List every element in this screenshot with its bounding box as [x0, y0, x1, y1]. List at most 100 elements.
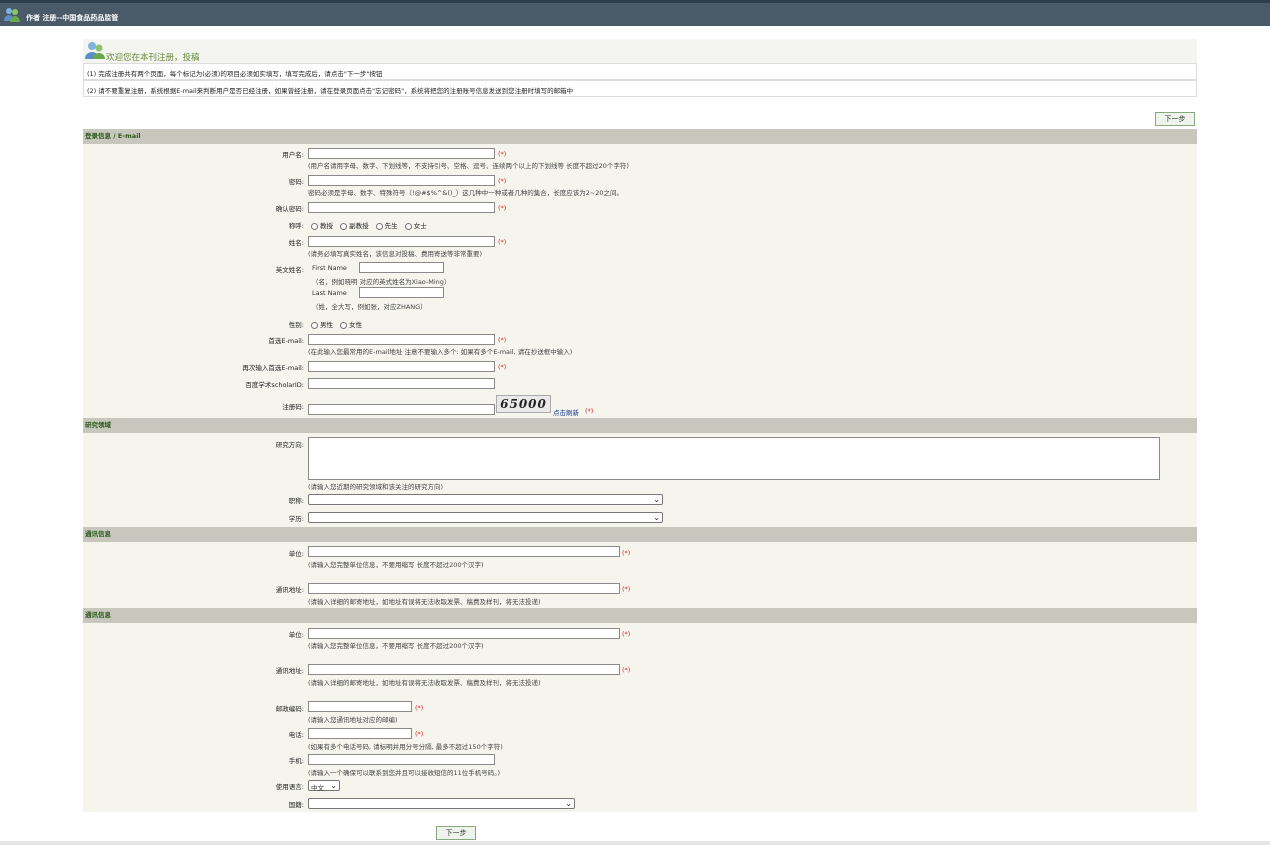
users-icon [4, 8, 20, 22]
next-button-top[interactable]: 下一步 [1155, 112, 1195, 126]
radio-icon[interactable] [311, 321, 318, 329]
radio-icon[interactable] [311, 222, 318, 230]
zip-hint: (请输入您通讯地址对应的邮编) [308, 716, 398, 724]
unit-input-2[interactable] [308, 628, 620, 639]
required-mark: (*) [585, 407, 594, 415]
phone-label: 电话: [288, 731, 304, 739]
chevron-down-icon: ⌄ [653, 513, 660, 522]
radio-icon[interactable] [404, 222, 412, 230]
title-radio-group: 教授 副教授 先生 女士 [311, 220, 432, 230]
required-mark: (*) [622, 630, 631, 638]
language-select[interactable]: 中文 ⌄ [308, 780, 340, 792]
unit-input[interactable] [308, 546, 620, 557]
captcha-input[interactable] [308, 404, 495, 415]
research-direction-hint: (请输入您近期的研究领域和该关注的研究方向) [308, 483, 444, 491]
radio-icon[interactable] [340, 321, 348, 329]
password-hint: 密码必须是字母、数字、特殊符号（!@#$%^&()_）这几种中一种或者几种的集合… [308, 189, 624, 197]
username-label: 用户名: [282, 151, 304, 159]
language-value: 中文 [311, 784, 324, 792]
gender-option-male[interactable]: 男性 [311, 321, 333, 329]
phone-hint: (如果有多个电话号码, 请标明并用分号分隔, 最多不超过150个字符) [308, 743, 503, 751]
welcome-banner: 欢迎您在本刊注册，投稿 [83, 39, 1197, 63]
confirm-password-label: 确认密码: [275, 205, 304, 213]
research-direction-label: 研究方向: [275, 441, 304, 449]
section-comm-1: 通讯信息 [83, 527, 1197, 542]
last-name-input[interactable] [359, 287, 444, 298]
title-option-professor[interactable]: 教授 [311, 222, 333, 230]
country-select[interactable]: ⌄ [308, 798, 575, 809]
required-mark: (*) [498, 150, 507, 158]
title-option-assoc-professor[interactable]: 副教授 [340, 222, 369, 230]
title-label: 称呼: [288, 222, 304, 230]
required-mark: (*) [498, 177, 507, 185]
phone-input[interactable] [308, 728, 412, 739]
first-name-hint: （名，例如晓明 对应的英式姓名为Xiao-Ming） [312, 278, 451, 286]
first-name-input[interactable] [359, 262, 444, 273]
users-icon [85, 42, 105, 59]
address-hint: (请输入详细的邮寄地址，如地址有误将无法收取发票、稿费及样刊，将无法投递) [308, 598, 541, 606]
username-hint: (用户名请用字母、数字、下划线等，不支持引号、空格、逗号、连续两个以上的下划线等… [308, 162, 629, 170]
radio-icon[interactable] [375, 222, 383, 230]
email-confirm-input[interactable] [308, 361, 495, 372]
address-hint-2: (请输入详细的邮寄地址，如地址有误将无法收取发票、稿费及样刊，将无法投递) [308, 679, 541, 687]
name-input[interactable] [308, 236, 495, 247]
chevron-down-icon: ⌄ [653, 495, 660, 504]
section-login: 登录信息 / E-mail [83, 129, 1197, 144]
password-input[interactable] [308, 175, 495, 186]
radio-icon[interactable] [340, 222, 348, 230]
unit-hint-2: (请输入您完整单位信息，不要用缩写 长度不超过200个汉字) [308, 642, 484, 650]
address-input[interactable] [308, 583, 620, 594]
zip-label: 邮政编码: [275, 705, 304, 713]
mobile-input[interactable] [308, 754, 495, 765]
country-label: 国籍: [288, 801, 304, 809]
title-bar: 作者 注册--中国食品药品监管 [0, 0, 1270, 26]
captcha-label: 注册码: [282, 403, 304, 411]
title-option-ms[interactable]: 女士 [404, 222, 427, 230]
captcha-image[interactable]: 65000 [496, 395, 551, 413]
unit-label-2: 单位: [288, 631, 304, 639]
chevron-down-icon: ⌄ [330, 781, 337, 790]
scholar-id-input[interactable] [308, 378, 495, 389]
note-2: (2) 请不要重复注册，系统根据E-mail来判断用户是否已经注册，如果曾经注册… [83, 80, 1197, 97]
unit-hint: (请输入您完整单位信息，不要用缩写 长度不超过200个汉字) [308, 561, 484, 569]
address-label: 通讯地址: [275, 586, 304, 594]
email-label: 首选E-mail: [268, 337, 304, 345]
required-mark: (*) [622, 666, 631, 674]
next-button-bottom[interactable]: 下一步 [436, 826, 476, 840]
title-option-mr[interactable]: 先生 [375, 222, 398, 230]
confirm-password-input[interactable] [308, 202, 495, 213]
degree-label: 学历: [288, 515, 304, 523]
username-input[interactable] [308, 148, 495, 159]
unit-label: 单位: [288, 550, 304, 558]
required-mark: (*) [498, 238, 507, 246]
welcome-text: 欢迎您在本刊注册，投稿 [106, 53, 200, 63]
registration-form: 登录信息 / E-mail 用户名: (*) (用户名请用字母、数字、下划线等，… [83, 129, 1197, 812]
section-research: 研究领域 [83, 418, 1197, 433]
gender-radio-group: 男性 女性 [311, 319, 367, 329]
mobile-label: 手机: [288, 757, 304, 765]
captcha-refresh-link[interactable]: 点击刷新 [553, 407, 579, 417]
mobile-hint: (请输入一个确保可以联系到您并且可以接收短信的11位手机号码。) [308, 769, 501, 777]
name-label: 姓名: [288, 239, 304, 247]
scholar-id-label: 百度学术scholarID: [245, 381, 304, 389]
gender-option-female[interactable]: 女性 [340, 321, 362, 329]
address-input-2[interactable] [308, 664, 620, 675]
required-mark: (*) [415, 704, 424, 712]
rank-label: 职称: [288, 497, 304, 505]
zip-input[interactable] [308, 701, 412, 712]
required-mark: (*) [622, 549, 631, 557]
research-direction-textarea[interactable] [308, 437, 1160, 480]
required-mark: (*) [498, 204, 507, 212]
note-1: (1) 完成注册共有两个页面，每个标记为(必须)的项目必须如实填写，填写完成后，… [83, 63, 1197, 80]
first-name-label: First Name [312, 264, 347, 272]
required-mark: (*) [498, 363, 507, 371]
email-hint: (在此输入您最常用的E-mail地址 注意不要输入多个: 如果有多个E-mail… [308, 348, 573, 356]
rank-select[interactable]: ⌄ [308, 494, 663, 505]
address-label-2: 通讯地址: [275, 667, 304, 675]
section-comm-2: 通讯信息 [83, 608, 1197, 623]
required-mark: (*) [622, 585, 631, 593]
language-label: 使用语言: [275, 783, 304, 791]
footer-divider [0, 841, 1270, 845]
email-input[interactable] [308, 334, 495, 345]
degree-select[interactable]: ⌄ [308, 512, 663, 523]
